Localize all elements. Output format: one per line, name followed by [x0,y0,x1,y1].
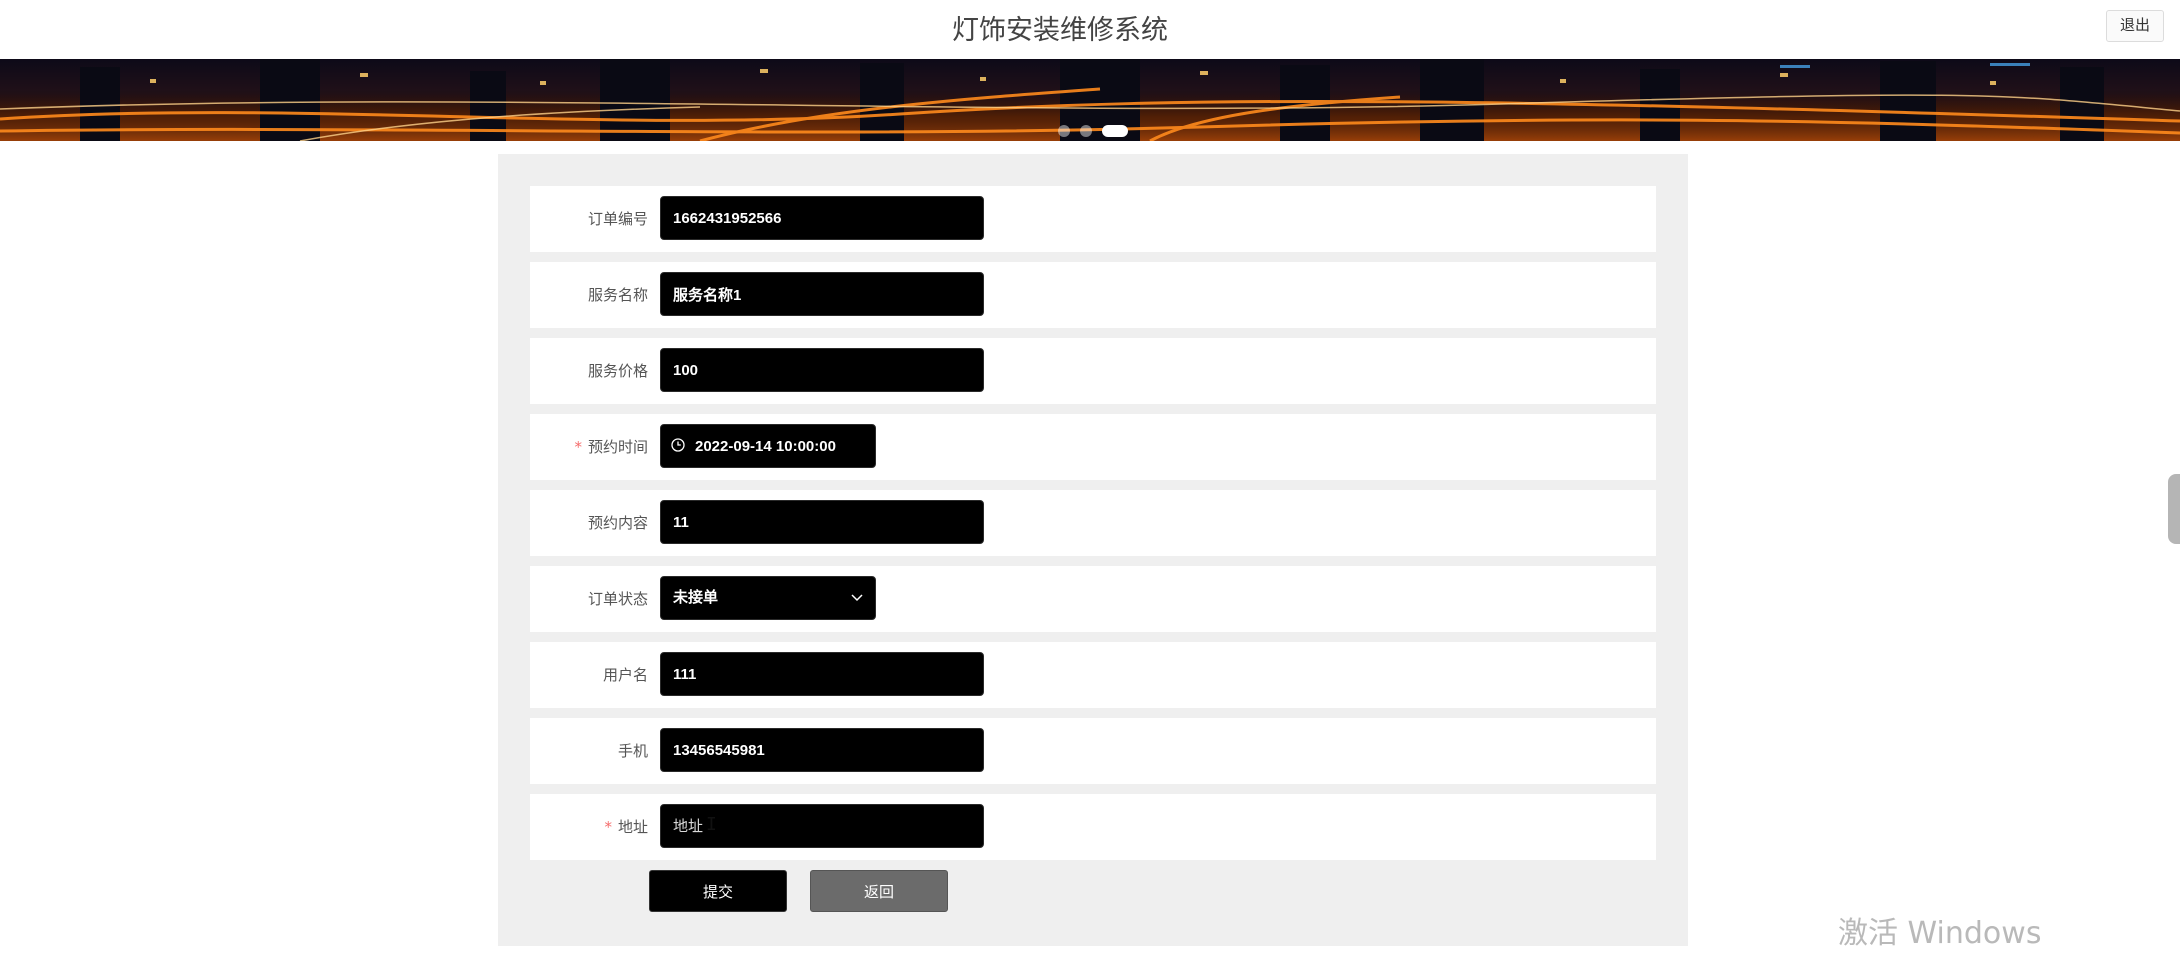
service-price-input[interactable] [660,348,984,392]
field-label: 订单编号 [587,210,648,228]
form-row-phone: 手机 [530,718,1656,784]
field-label: 订单状态 [587,590,648,608]
form-row-appointment-content: 预约内容 [530,490,1656,556]
field-label: 用户名 [602,666,648,684]
os-watermark: 激活 Windows [1838,916,2042,951]
carousel-dot[interactable] [1080,125,1092,137]
field-label: * 预约时间 [530,414,648,480]
top-bar: 灯饰安装维修系统 退出 [0,0,2180,60]
scrollbar-handle[interactable] [2168,474,2180,544]
form-row-order-status: 订单状态 未接单 [530,566,1656,632]
form-row-service-price: 服务价格 [530,338,1656,404]
field-label: 预约内容 [587,514,648,532]
service-name-input[interactable] [660,272,984,316]
back-button[interactable]: 返回 [810,870,948,912]
appointment-time-picker[interactable] [660,424,876,468]
field-label: * 地址 [530,794,648,860]
order-status-select[interactable]: 未接单 [660,576,876,620]
app-title: 灯饰安装维修系统 [952,15,1168,46]
form-row-address: * 地址 [530,794,1656,860]
logout-button[interactable]: 退出 [2106,10,2164,42]
username-input[interactable] [660,652,984,696]
appointment-content-input[interactable] [660,500,984,544]
form-row-appointment-time: * 预约时间 [530,414,1656,480]
field-label: 服务名称 [587,286,648,304]
carousel-dot[interactable] [1058,125,1070,137]
field-label-text: 地址 [617,818,648,836]
carousel-dot-active[interactable] [1102,125,1128,137]
form-row-username: 用户名 [530,642,1656,708]
text-cursor-icon: I [706,814,717,835]
required-mark: * [574,438,582,456]
field-label-text: 预约时间 [587,438,648,456]
clock-icon [671,438,685,452]
field-label: 手机 [617,742,648,760]
phone-input[interactable] [660,728,984,772]
order-form: 订单编号 服务名称 服务价格 * 预约时间 预约内容 订单状态 未接单 用户名 手… [498,154,1688,946]
chevron-down-icon[interactable] [850,592,864,604]
field-label: 服务价格 [587,362,648,380]
submit-button[interactable]: 提交 [649,870,787,912]
order-number-input[interactable] [660,196,984,240]
required-mark: * [604,818,612,836]
form-row-order-no: 订单编号 [530,186,1656,252]
form-row-service-name: 服务名称 [530,262,1656,328]
